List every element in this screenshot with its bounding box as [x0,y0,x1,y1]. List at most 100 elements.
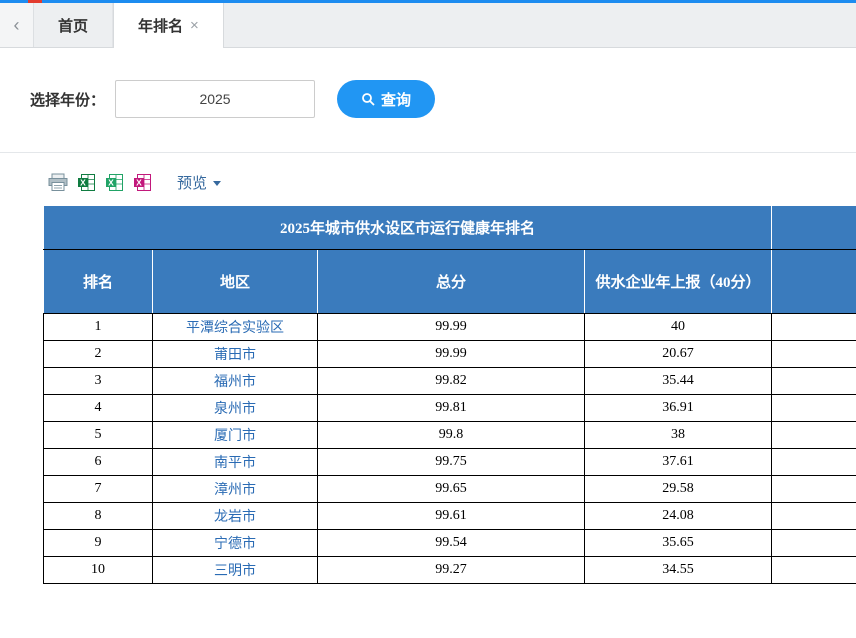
region-link[interactable]: 厦门市 [153,422,318,449]
table-row: 8龙岩市99.6124.08 [44,503,856,530]
export-toolbar: X X X 预览 [48,169,856,195]
cutoff-cell [772,557,856,584]
table-row: 1平潭综合实验区99.9940 [44,314,856,341]
search-button[interactable]: 查询 [337,80,435,118]
table-row: 9宁德市99.5435.65 [44,530,856,557]
column-header-rank: 排名 [44,250,153,314]
column-header-report: 供水企业年上报（40分） [585,250,772,314]
score-cell: 99.75 [318,449,585,476]
table-row: 7漳州市99.6529.58 [44,476,856,503]
tab-home[interactable]: 首页 [34,3,113,47]
tab-year-ranking-label: 年排名 [138,15,183,36]
region-link[interactable]: 莆田市 [153,341,318,368]
report-cell: 35.44 [585,368,772,395]
table-row: 6南平市99.7537.61 [44,449,856,476]
rank-cell: 4 [44,395,153,422]
report-cell: 34.55 [585,557,772,584]
tab-scroll-left-button[interactable]: ‹ [0,3,34,47]
svg-text:X: X [80,177,86,187]
print-icon[interactable] [48,173,68,192]
year-select-label: 选择年份： [30,89,105,110]
score-cell: 99.54 [318,530,585,557]
score-cell: 99.65 [318,476,585,503]
score-cell: 99.99 [318,314,585,341]
rank-cell: 9 [44,530,153,557]
table-header-row: 排名 地区 总分 供水企业年上报（40分） [44,250,856,314]
column-header-region: 地区 [153,250,318,314]
table-row: 5厦门市99.838 [44,422,856,449]
table-title-cutoff [772,206,856,250]
region-link[interactable]: 龙岩市 [153,503,318,530]
rank-cell: 1 [44,314,153,341]
rank-cell: 5 [44,422,153,449]
cutoff-cell [772,395,856,422]
cutoff-cell [772,530,856,557]
report-cell: 40 [585,314,772,341]
table-title-row: 2025年城市供水设区市运行健康年排名 [44,206,856,250]
search-icon [361,92,375,106]
ranking-table: 2025年城市供水设区市运行健康年排名 排名 地区 总分 供水企业年上报（40分… [43,205,856,584]
score-cell: 99.82 [318,368,585,395]
table-row: 3福州市99.8235.44 [44,368,856,395]
score-cell: 99.61 [318,503,585,530]
score-cell: 99.8 [318,422,585,449]
export-xls-icon[interactable]: X [77,173,96,192]
region-link[interactable]: 平潭综合实验区 [153,314,318,341]
preview-dropdown[interactable]: 预览 [177,172,221,193]
cutoff-cell [772,476,856,503]
table-row: 10三明市99.2734.55 [44,557,856,584]
cutoff-cell [772,422,856,449]
region-link[interactable]: 泉州市 [153,395,318,422]
score-cell: 99.27 [318,557,585,584]
chevron-down-icon [213,181,221,186]
svg-text:X: X [136,177,142,187]
column-header-cutoff [772,250,856,314]
rank-cell: 7 [44,476,153,503]
table-row: 4泉州市99.8136.91 [44,395,856,422]
section-divider [0,152,856,153]
tab-home-label: 首页 [58,15,88,36]
report-cell: 36.91 [585,395,772,422]
report-cell: 35.65 [585,530,772,557]
ranking-table-viewport: 2025年城市供水设区市运行健康年排名 排名 地区 总分 供水企业年上报（40分… [43,205,856,584]
report-cell: 20.67 [585,341,772,368]
report-cell: 38 [585,422,772,449]
score-cell: 99.99 [318,341,585,368]
cutoff-cell [772,449,856,476]
region-link[interactable]: 漳州市 [153,476,318,503]
region-link[interactable]: 宁德市 [153,530,318,557]
app-window: ‹ 首页 年排名 × 选择年份： 查询 [0,0,856,584]
rank-cell: 10 [44,557,153,584]
table-row: 2莆田市99.9920.67 [44,341,856,368]
top-red-marker [28,0,42,3]
column-header-score: 总分 [318,250,585,314]
score-cell: 99.81 [318,395,585,422]
top-accent-line [0,0,856,3]
report-cell: 29.58 [585,476,772,503]
export-xlsx-icon[interactable]: X [105,173,124,192]
cutoff-cell [772,503,856,530]
year-input[interactable] [115,80,315,118]
tab-year-ranking[interactable]: 年排名 × [113,3,224,48]
query-panel: 选择年份： 查询 [0,48,856,152]
region-link[interactable]: 南平市 [153,449,318,476]
table-title: 2025年城市供水设区市运行健康年排名 [44,206,772,250]
rank-cell: 8 [44,503,153,530]
report-cell: 37.61 [585,449,772,476]
chevron-left-icon: ‹ [14,15,20,36]
export-csv-icon[interactable]: X [133,173,152,192]
search-button-label: 查询 [381,89,411,110]
svg-text:X: X [108,177,114,187]
cutoff-cell [772,314,856,341]
cutoff-cell [772,341,856,368]
rank-cell: 3 [44,368,153,395]
region-link[interactable]: 福州市 [153,368,318,395]
rank-cell: 2 [44,341,153,368]
preview-dropdown-label: 预览 [177,172,207,193]
tab-bar: ‹ 首页 年排名 × [0,3,856,48]
region-link[interactable]: 三明市 [153,557,318,584]
cutoff-cell [772,368,856,395]
ranking-table-body: 1平潭综合实验区99.99402莆田市99.9920.673福州市99.8235… [44,314,856,584]
report-cell: 24.08 [585,503,772,530]
close-icon[interactable]: × [190,18,199,33]
